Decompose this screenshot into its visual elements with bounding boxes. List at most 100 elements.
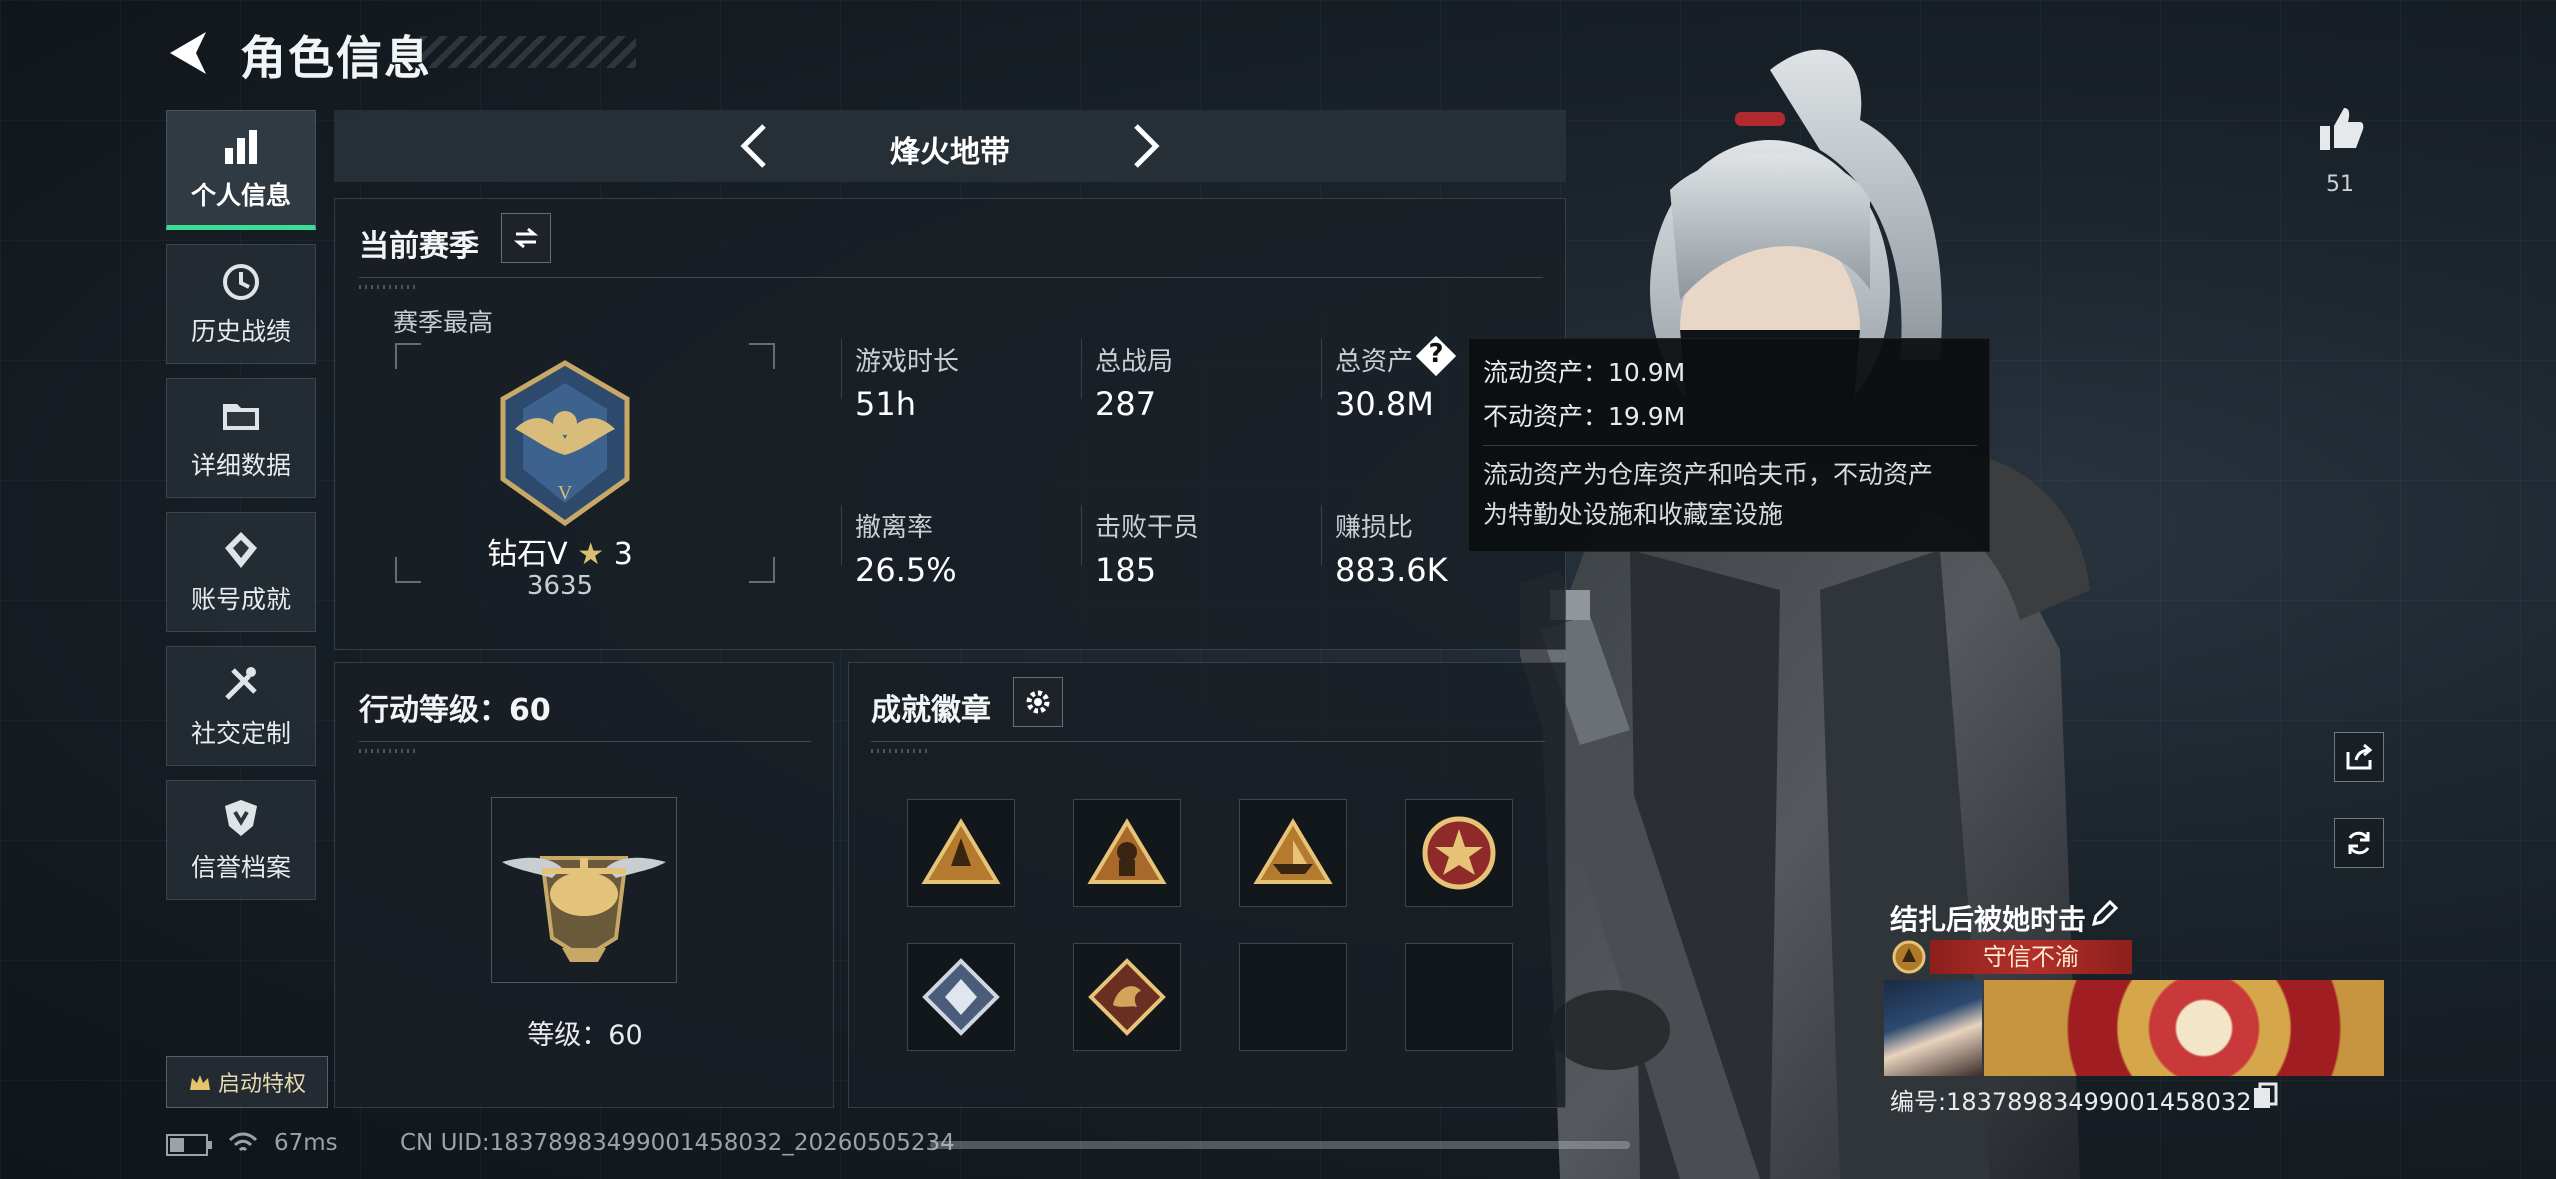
history-icon xyxy=(223,264,259,300)
svg-text:V: V xyxy=(558,482,573,504)
divider xyxy=(359,277,1543,278)
season-best-label: 赛季最高 xyxy=(393,308,494,337)
gear-icon xyxy=(1026,690,1050,714)
divider xyxy=(1321,339,1322,399)
stat-value: 287 xyxy=(1095,385,1157,423)
star-icon: ★ xyxy=(577,537,605,572)
stat-label: 撤离率 xyxy=(855,513,934,543)
divider xyxy=(1081,505,1082,565)
stat-value: 26.5% xyxy=(855,551,957,589)
title-emblem-icon xyxy=(1892,940,1926,974)
frame-corner xyxy=(749,343,775,369)
crown-icon xyxy=(189,1075,210,1090)
achievement-icon xyxy=(225,532,257,568)
nav-item-personal-info[interactable]: 个人信息 xyxy=(166,110,316,230)
badge-slot[interactable] xyxy=(1405,799,1513,907)
rank-score: 3635 xyxy=(526,571,594,601)
nav-item-history[interactable]: 历史战绩 xyxy=(166,244,316,364)
stat-label: 总资产 xyxy=(1335,347,1414,377)
frame-corner xyxy=(749,557,775,583)
nav-label: 历史战绩 xyxy=(190,317,291,346)
back-arrow-icon[interactable] xyxy=(166,28,210,78)
privilege-label: 启动特权 xyxy=(217,1072,306,1097)
action-level-panel: 行动等级：60 等级：60 xyxy=(334,662,834,1108)
divider xyxy=(1321,505,1322,565)
latency-text: 67ms xyxy=(274,1130,338,1156)
frame-corner xyxy=(395,343,421,369)
chevron-right-icon[interactable] xyxy=(1120,120,1170,172)
rank-stars: 3 xyxy=(613,537,633,572)
player-title-badge: 守信不渝 xyxy=(1930,940,2132,974)
player-avatar[interactable] xyxy=(1884,980,1982,1076)
tooltip-liquid-assets: 流动资产：10.9M xyxy=(1483,358,1686,387)
badge-settings-button[interactable] xyxy=(1013,677,1063,727)
diamond-crystal-badge-icon xyxy=(922,958,1000,1036)
ruler-decoration xyxy=(359,285,419,289)
badge-slot[interactable] xyxy=(907,799,1015,907)
home-indicator xyxy=(930,1141,1630,1149)
badge-heading: 成就徽章 xyxy=(871,693,991,728)
level-label: 等级：60 xyxy=(527,1020,643,1051)
stat-label: 赚损比 xyxy=(1335,513,1414,543)
badge-slot-empty[interactable] xyxy=(1239,943,1347,1051)
bar-chart-icon xyxy=(225,130,257,164)
player-id: 编号:18378983499001458032 xyxy=(1890,1088,2252,1116)
folder-icon xyxy=(223,404,259,430)
level-emblem-frame xyxy=(491,797,677,983)
nav-label: 个人信息 xyxy=(190,181,291,210)
divider xyxy=(841,505,842,565)
achievement-badges-panel: 成就徽章 xyxy=(848,662,1566,1108)
triangle-soldier-badge-icon xyxy=(1087,818,1167,884)
name-card-banner xyxy=(1984,980,2384,1076)
credit-shield-icon xyxy=(225,800,257,836)
copy-icon[interactable] xyxy=(2252,1082,2278,1110)
ruler-decoration xyxy=(359,749,419,753)
triangle-ship-badge-icon xyxy=(1253,818,1333,884)
battery-icon xyxy=(166,1134,212,1156)
stat-value: 185 xyxy=(1095,551,1157,589)
refresh-button[interactable] xyxy=(2334,818,2384,868)
tooltip-description-2: 为特勤处设施和收藏室设施 xyxy=(1483,500,1784,529)
player-name: 结扎后被她时击 xyxy=(1890,903,2087,936)
nav-label: 账号成就 xyxy=(190,585,291,614)
badge-slot[interactable] xyxy=(907,943,1015,1051)
stat-value: 30.8M xyxy=(1335,385,1434,423)
tooltip-description-1: 流动资产为仓库资产和哈夫币，不动资产 xyxy=(1483,460,1934,489)
uid-text: CN UID:18378983499001458032_20260505234 xyxy=(400,1130,955,1156)
like-count: 51 xyxy=(2326,172,2354,197)
rank-line: 钻石V ★ 3 xyxy=(445,529,675,573)
nav-item-social-custom[interactable]: 社交定制 xyxy=(166,646,316,766)
stat-value: 51h xyxy=(855,385,916,423)
nav-item-details[interactable]: 详细数据 xyxy=(166,378,316,498)
assets-tooltip: 流动资产：10.9M 不动资产：19.9M 流动资产为仓库资产和哈夫币，不动资产… xyxy=(1468,338,1990,552)
divider xyxy=(359,741,811,742)
badge-slot[interactable] xyxy=(1073,799,1181,907)
stat-value: 883.6K xyxy=(1335,551,1448,589)
badge-slot[interactable] xyxy=(1239,799,1347,907)
nav-item-credit-profile[interactable]: 信誉档案 xyxy=(166,780,316,900)
page-title: 角色信息 xyxy=(240,31,432,85)
rank-diamond-emblem: V xyxy=(500,360,630,527)
divider xyxy=(1483,445,1977,446)
diamond-dragon-badge-icon xyxy=(1088,958,1166,1036)
nav-item-achievements[interactable]: 账号成就 xyxy=(166,512,316,632)
share-icon xyxy=(2346,743,2373,770)
thumbs-up-icon[interactable] xyxy=(2316,104,2366,154)
season-switch-button[interactable] xyxy=(501,213,551,263)
badge-slot[interactable] xyxy=(1073,943,1181,1051)
swap-icon xyxy=(513,227,539,249)
level-heading: 行动等级：60 xyxy=(359,693,551,728)
badge-slot-empty[interactable] xyxy=(1405,943,1513,1051)
triangle-badge-icon xyxy=(921,818,1001,884)
nav-label: 社交定制 xyxy=(190,719,291,748)
mode-selector: 烽火地带 xyxy=(334,110,1566,182)
season-heading: 当前赛季 xyxy=(359,229,479,264)
divider xyxy=(841,339,842,399)
stat-label: 总战局 xyxy=(1095,347,1174,377)
edit-pencil-icon[interactable] xyxy=(2090,900,2118,928)
help-icon[interactable]: ? xyxy=(1417,339,1455,375)
launch-privilege-button[interactable]: 启动特权 xyxy=(166,1056,328,1108)
wifi-icon xyxy=(228,1132,258,1152)
rank-name: 钻石V xyxy=(487,537,568,572)
share-button[interactable] xyxy=(2334,732,2384,782)
